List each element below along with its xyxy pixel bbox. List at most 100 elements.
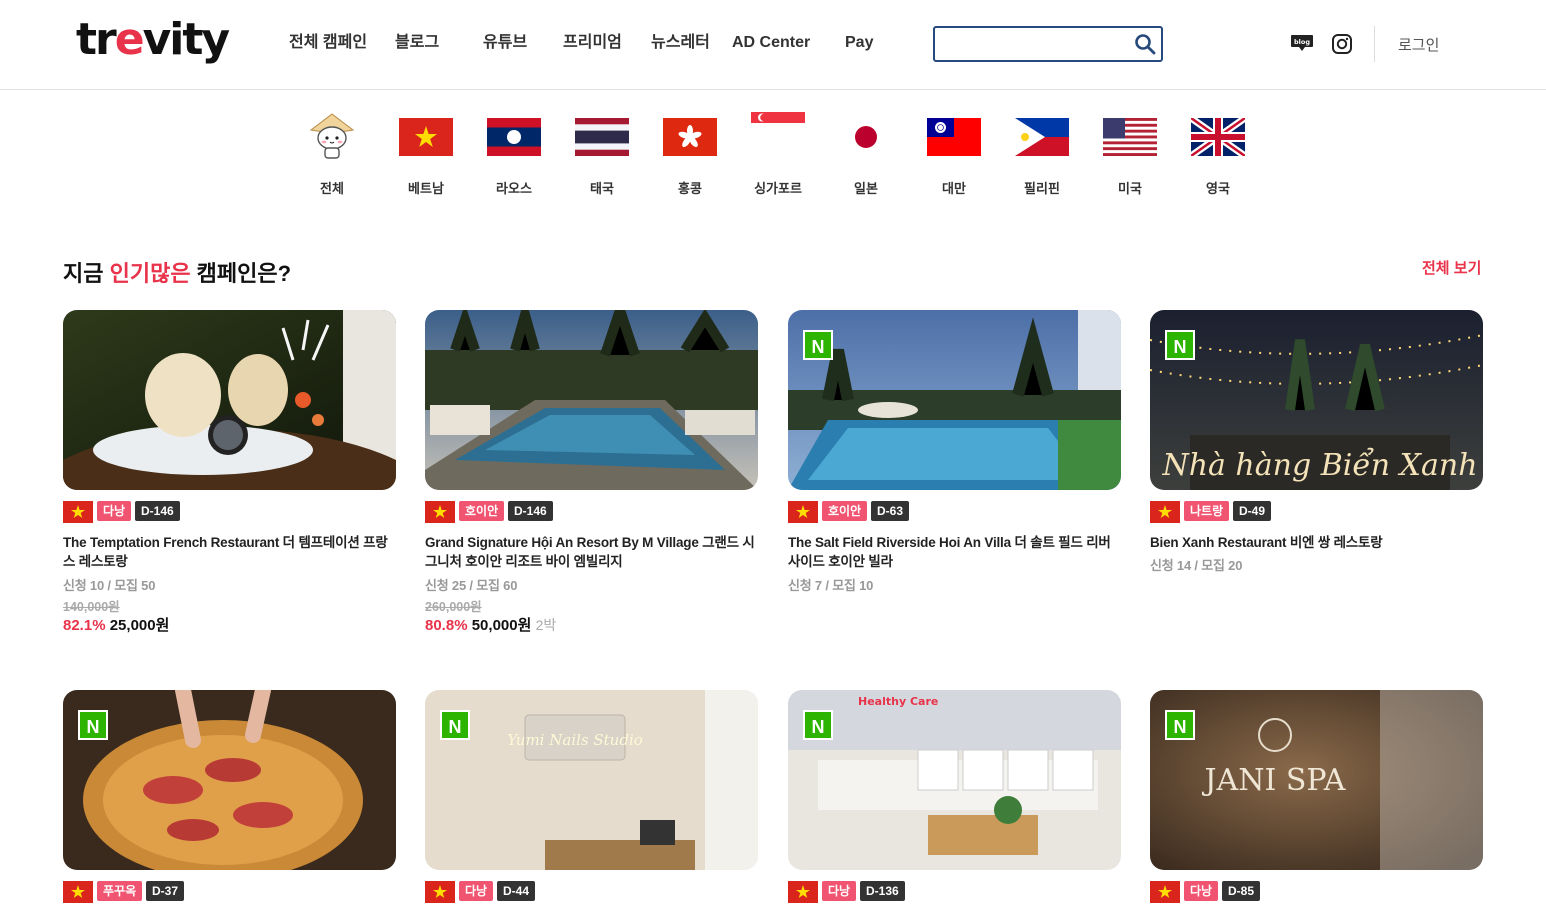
region-badge: 푸꾸옥 [97, 881, 143, 901]
campaign-thumbnail: Yumi Nails Studio [425, 690, 758, 870]
country-all[interactable]: 전체 [297, 110, 367, 200]
nav-youtube[interactable]: 유튜브 [483, 32, 527, 54]
dday-badge: D-37 [146, 881, 185, 901]
original-price: 260,000원 [425, 600, 482, 614]
nav-ad-center[interactable]: AD Center [732, 32, 810, 54]
dday-badge: D-85 [1222, 881, 1261, 901]
dday-badge: D-136 [860, 881, 905, 901]
country-label: 미국 [1118, 181, 1142, 196]
search-icon[interactable] [1133, 32, 1157, 56]
vietnam-flag-icon [399, 118, 453, 156]
vietnam-flag-icon [425, 881, 455, 903]
vietnam-flag-icon [63, 501, 93, 523]
singapore-flag-icon [751, 112, 805, 145]
card-stats: 신청 7 / 모집 10 [788, 578, 874, 593]
country-filter: 전체 베트남 라오스 태국 홍콩 싱가포르 일본 대만 필리핀 미국 영국 [0, 110, 1546, 200]
naver-badge: N [440, 710, 470, 740]
svg-text:Yumi Nails Studio: Yumi Nails Studio [507, 731, 643, 749]
dday-badge: D-63 [871, 501, 910, 521]
region-badge: 다낭 [97, 501, 132, 521]
search-box [933, 26, 1163, 62]
svg-text:blog: blog [1294, 38, 1310, 46]
country-philippines[interactable]: 필리핀 [1007, 110, 1077, 200]
country-label: 영국 [1206, 181, 1230, 196]
naver-badge: N [1165, 710, 1195, 740]
nav-blog[interactable]: 블로그 [395, 32, 439, 54]
trevity-logo[interactable]: trevity [76, 12, 230, 68]
country-taiwan[interactable]: 대만 [919, 110, 989, 200]
hongkong-flag-icon [663, 118, 717, 156]
card-stats: 신청 10 / 모집 50 [63, 578, 156, 593]
campaign-thumbnail [788, 310, 1121, 490]
campaign-thumbnail: Nhà hàng Biển Xanh [1150, 310, 1483, 490]
campaign-thumbnail [425, 310, 758, 490]
card-title: Grand Signature Hội An Resort By M Villa… [425, 535, 755, 569]
region-badge: 다낭 [459, 881, 494, 901]
site-header: trevity 전체 캠페인 블로그 유튜브 프리미엄 뉴스레터 AD Cent… [0, 0, 1546, 90]
country-label: 베트남 [408, 181, 444, 196]
sale-price: 80.8% 50,000원 2박 [425, 617, 557, 634]
country-label: 싱가포르 [754, 181, 802, 196]
svg-text:JANI SPA: JANI SPA [1202, 763, 1346, 798]
card-title: The Salt Field Riverside Hoi An Villa 더 … [788, 535, 1111, 569]
country-vietnam[interactable]: 베트남 [391, 110, 461, 200]
japan-flag-icon [839, 118, 893, 156]
svg-text:Healthy Care: Healthy Care [858, 695, 938, 708]
card-title: Bien Xanh Restaurant 비엔 쌍 레스토랑 [1150, 535, 1383, 550]
dday-badge: D-49 [1233, 501, 1272, 521]
country-label: 홍콩 [678, 181, 702, 196]
sale-price: 82.1% 25,000원 [63, 617, 170, 634]
country-singapore[interactable]: 싱가포르 [743, 110, 813, 200]
blog-icon[interactable]: blog [1290, 34, 1314, 54]
vietnam-flag-icon [1150, 881, 1180, 903]
campaign-thumbnail: JANI SPA [1150, 690, 1483, 870]
vietnam-flag-icon [788, 501, 818, 523]
usa-flag-icon [1103, 118, 1157, 156]
svg-text:Nhà hàng Biển Xanh: Nhà hàng Biển Xanh [1161, 447, 1477, 483]
section-title: 지금 인기많은 캠페인은? [63, 261, 292, 286]
dday-badge: D-146 [508, 501, 553, 521]
nav-newsletter[interactable]: 뉴스레터 [651, 32, 710, 54]
country-laos[interactable]: 라오스 [479, 110, 549, 200]
country-label: 대만 [942, 181, 966, 196]
country-label: 필리핀 [1024, 181, 1060, 196]
region-badge: 호이안 [822, 501, 868, 521]
campaign-thumbnail [63, 310, 396, 490]
naver-badge: N [803, 330, 833, 360]
region-badge: 다낭 [1184, 881, 1219, 901]
instagram-icon[interactable] [1331, 33, 1353, 55]
taiwan-flag-icon [927, 118, 981, 156]
nav-pay[interactable]: Pay [845, 32, 873, 54]
country-label: 태국 [590, 181, 614, 196]
country-usa[interactable]: 미국 [1095, 110, 1165, 200]
philippines-flag-icon [1015, 118, 1069, 156]
country-label: 전체 [320, 181, 344, 196]
country-uk[interactable]: 영국 [1183, 110, 1253, 200]
country-label: 라오스 [496, 181, 532, 196]
card-stats: 신청 14 / 모집 20 [1150, 558, 1243, 573]
country-label: 일본 [854, 181, 878, 196]
country-hongkong[interactable]: 홍콩 [655, 110, 725, 200]
vietnam-flag-icon [788, 881, 818, 903]
search-input[interactable] [941, 32, 1131, 56]
dday-badge: D-44 [497, 881, 536, 901]
vietnam-flag-icon [63, 881, 93, 903]
region-badge: 호이안 [459, 501, 505, 521]
campaign-thumbnail [63, 690, 396, 870]
nav-all-campaigns[interactable]: 전체 캠페인 [289, 32, 367, 54]
vietnam-flag-icon [1150, 501, 1180, 523]
thailand-flag-icon [575, 118, 629, 156]
country-japan[interactable]: 일본 [831, 110, 901, 200]
mascot-icon [309, 113, 355, 159]
header-divider [1374, 26, 1375, 62]
nav-premium[interactable]: 프리미엄 [563, 32, 622, 54]
original-price: 140,000원 [63, 600, 120, 614]
naver-badge: N [78, 710, 108, 740]
country-thailand[interactable]: 태국 [567, 110, 637, 200]
view-all-link[interactable]: 전체 보기 [1422, 257, 1481, 278]
naver-badge: N [1165, 330, 1195, 360]
login-link[interactable]: 로그인 [1398, 34, 1439, 55]
dday-badge: D-146 [135, 501, 180, 521]
card-title: The Temptation French Restaurant 더 템프테이션… [63, 535, 388, 569]
region-badge: 다낭 [822, 881, 857, 901]
